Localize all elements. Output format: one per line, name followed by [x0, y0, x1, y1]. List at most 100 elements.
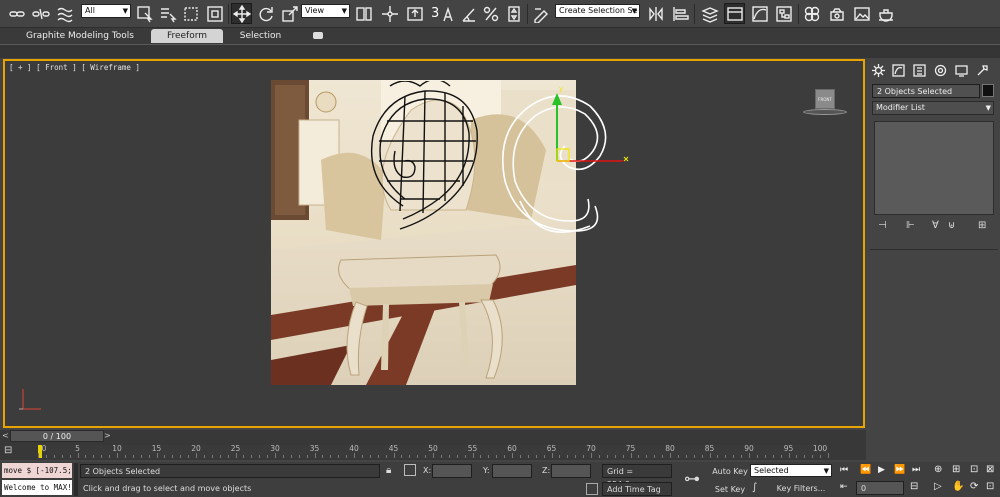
timeline-tick-label: 30: [270, 444, 280, 453]
next-frame-icon[interactable]: >: [104, 431, 112, 441]
spinner-snap-icon[interactable]: [503, 3, 524, 24]
pan-view-icon[interactable]: ✋: [952, 481, 964, 492]
pin-stack-icon[interactable]: ⊣: [878, 220, 887, 231]
manipulate-icon[interactable]: [379, 3, 400, 24]
ribbon-toggle-icon[interactable]: [724, 3, 745, 24]
scale-icon[interactable]: [279, 3, 300, 24]
modifier-stack[interactable]: [874, 121, 994, 215]
default-in-out-tangent-icon[interactable]: ∫: [752, 482, 757, 493]
select-by-name-icon[interactable]: [157, 3, 178, 24]
display-icon[interactable]: [953, 62, 970, 79]
gizmo-plane-handle[interactable]: [556, 148, 570, 162]
keyboard-shortcut-icon[interactable]: [404, 3, 425, 24]
zoom-all-icon[interactable]: ⊞: [952, 464, 960, 475]
maxscript-listener-input[interactable]: Welcome to MAX!: [2, 480, 72, 495]
maxscript-listener-output[interactable]: move $ [-107.5;: [2, 463, 72, 478]
y-coord-field[interactable]: [492, 464, 532, 478]
utilities-icon[interactable]: [974, 62, 991, 79]
timeline-tick: [535, 455, 537, 458]
remove-modifier-icon[interactable]: ⊎: [948, 220, 955, 231]
current-frame-field[interactable]: 0: [856, 481, 904, 495]
layer-manager-icon[interactable]: [699, 3, 720, 24]
show-end-result-icon[interactable]: ⊩: [906, 220, 915, 231]
go-to-end-icon[interactable]: ⏭: [912, 465, 920, 475]
timeline-tick: [211, 455, 213, 458]
pivot-icon[interactable]: [353, 3, 374, 24]
gizmo-y-arrow-icon[interactable]: [552, 93, 562, 105]
rendered-frame-icon[interactable]: [851, 3, 872, 24]
hierarchy-icon[interactable]: [911, 62, 928, 79]
align-icon[interactable]: [670, 3, 691, 24]
zoom-extents-all-icon[interactable]: ⊠: [986, 464, 994, 475]
rotate-icon[interactable]: [255, 3, 276, 24]
snaps-icon[interactable]: [438, 3, 459, 24]
add-time-tag-button[interactable]: Add Time Tag: [602, 482, 672, 496]
make-unique-icon[interactable]: ∀: [932, 220, 939, 231]
next-frame-icon[interactable]: ⏩: [894, 465, 905, 475]
key-mode-dropdown[interactable]: Selected ▼: [750, 464, 832, 477]
viewport-front[interactable]: [ + ] [ Front ] [ Wireframe ] y FRONT: [3, 59, 865, 428]
maximize-viewport-icon[interactable]: ⊡: [986, 481, 994, 492]
x-coord-field[interactable]: [432, 464, 472, 478]
selection-filter-dropdown[interactable]: All ▼: [81, 4, 131, 18]
timeline-tick: [741, 455, 743, 458]
viewport-label[interactable]: [ + ] [ Front ] [ Wireframe ]: [9, 63, 140, 72]
prev-frame-icon[interactable]: <: [2, 431, 10, 441]
viewcube[interactable]: FRONT: [801, 89, 849, 117]
time-tag-icon[interactable]: [586, 483, 598, 495]
key-filters-button[interactable]: Key Filters...: [770, 482, 832, 496]
rect-selection-icon[interactable]: [180, 3, 201, 24]
named-selection-set-dropdown[interactable]: Create Selection Se ▼: [555, 4, 640, 18]
mini-curve-editor-icon[interactable]: ⊟: [4, 445, 24, 459]
absolute-mode-icon[interactable]: [404, 464, 416, 476]
edit-named-sets-icon[interactable]: [530, 3, 551, 24]
tab-graphite-modeling-tools[interactable]: Graphite Modeling Tools: [19, 29, 141, 43]
curve-editor-icon[interactable]: [749, 3, 770, 24]
object-name-field[interactable]: 2 Objects Selected: [872, 84, 980, 98]
reference-coord-dropdown[interactable]: View ▼: [301, 4, 350, 18]
previous-frame-icon[interactable]: ⏪: [860, 465, 871, 475]
render-setup-icon[interactable]: [826, 3, 847, 24]
orbit-icon[interactable]: ⟳: [970, 481, 978, 492]
play-icon[interactable]: ▶: [878, 465, 885, 475]
percent-snap-icon[interactable]: [480, 3, 501, 24]
move-icon[interactable]: [231, 3, 252, 24]
modify-icon[interactable]: [890, 62, 907, 79]
tab-freeform[interactable]: Freeform: [151, 29, 223, 43]
time-slider[interactable]: 0 / 100: [10, 430, 104, 442]
field-of-view-icon[interactable]: ▷: [934, 481, 942, 492]
set-key-button[interactable]: Set Key: [712, 483, 748, 497]
time-config-icon[interactable]: ⊟: [910, 481, 918, 492]
modifier-list-dropdown[interactable]: Modifier List ▼: [872, 101, 994, 115]
z-coord-field[interactable]: [551, 464, 591, 478]
viewcube-ring[interactable]: [803, 109, 847, 115]
zoom-extents-icon[interactable]: ⊡: [970, 464, 978, 475]
key-mode-toggle-icon[interactable]: ⇤: [840, 482, 848, 492]
render-icon[interactable]: [875, 3, 896, 24]
wireframe-spline-objects[interactable]: y: [345, 81, 635, 256]
tab-selection[interactable]: Selection: [233, 29, 288, 43]
zoom-icon[interactable]: ⊕: [934, 464, 942, 475]
timeline-tick-label: 0: [41, 444, 47, 453]
bind-spacewarp-icon[interactable]: [54, 3, 75, 24]
configure-sets-icon[interactable]: ⊞: [978, 220, 986, 231]
auto-key-button[interactable]: Auto Key: [712, 465, 748, 479]
timeline-tick: [322, 455, 324, 458]
viewcube-face-front[interactable]: FRONT: [815, 89, 835, 109]
mirror-icon[interactable]: [645, 3, 666, 24]
object-color-swatch[interactable]: [982, 84, 994, 97]
angle-snap-icon[interactable]: [458, 3, 479, 24]
lock-selection-icon[interactable]: 🔒︎: [386, 465, 391, 476]
select-object-icon[interactable]: [134, 3, 155, 24]
unlink-icon[interactable]: [30, 3, 51, 24]
track-bar[interactable]: 0 5 10 15 20 25 30 35 40 45 50 55 60 65 70 75 80 85 90 95 10…: [38, 444, 829, 458]
go-to-start-icon[interactable]: ⏮: [840, 465, 848, 475]
ribbon-minimize-icon[interactable]: [313, 32, 323, 39]
window-crossing-icon[interactable]: [204, 3, 225, 24]
schematic-view-icon[interactable]: [773, 3, 794, 24]
motion-icon[interactable]: [932, 62, 949, 79]
create-icon[interactable]: [870, 62, 887, 79]
material-editor-icon[interactable]: [801, 3, 822, 24]
link-icon[interactable]: [6, 3, 27, 24]
set-key-mode-icon[interactable]: ⊶: [684, 469, 700, 488]
